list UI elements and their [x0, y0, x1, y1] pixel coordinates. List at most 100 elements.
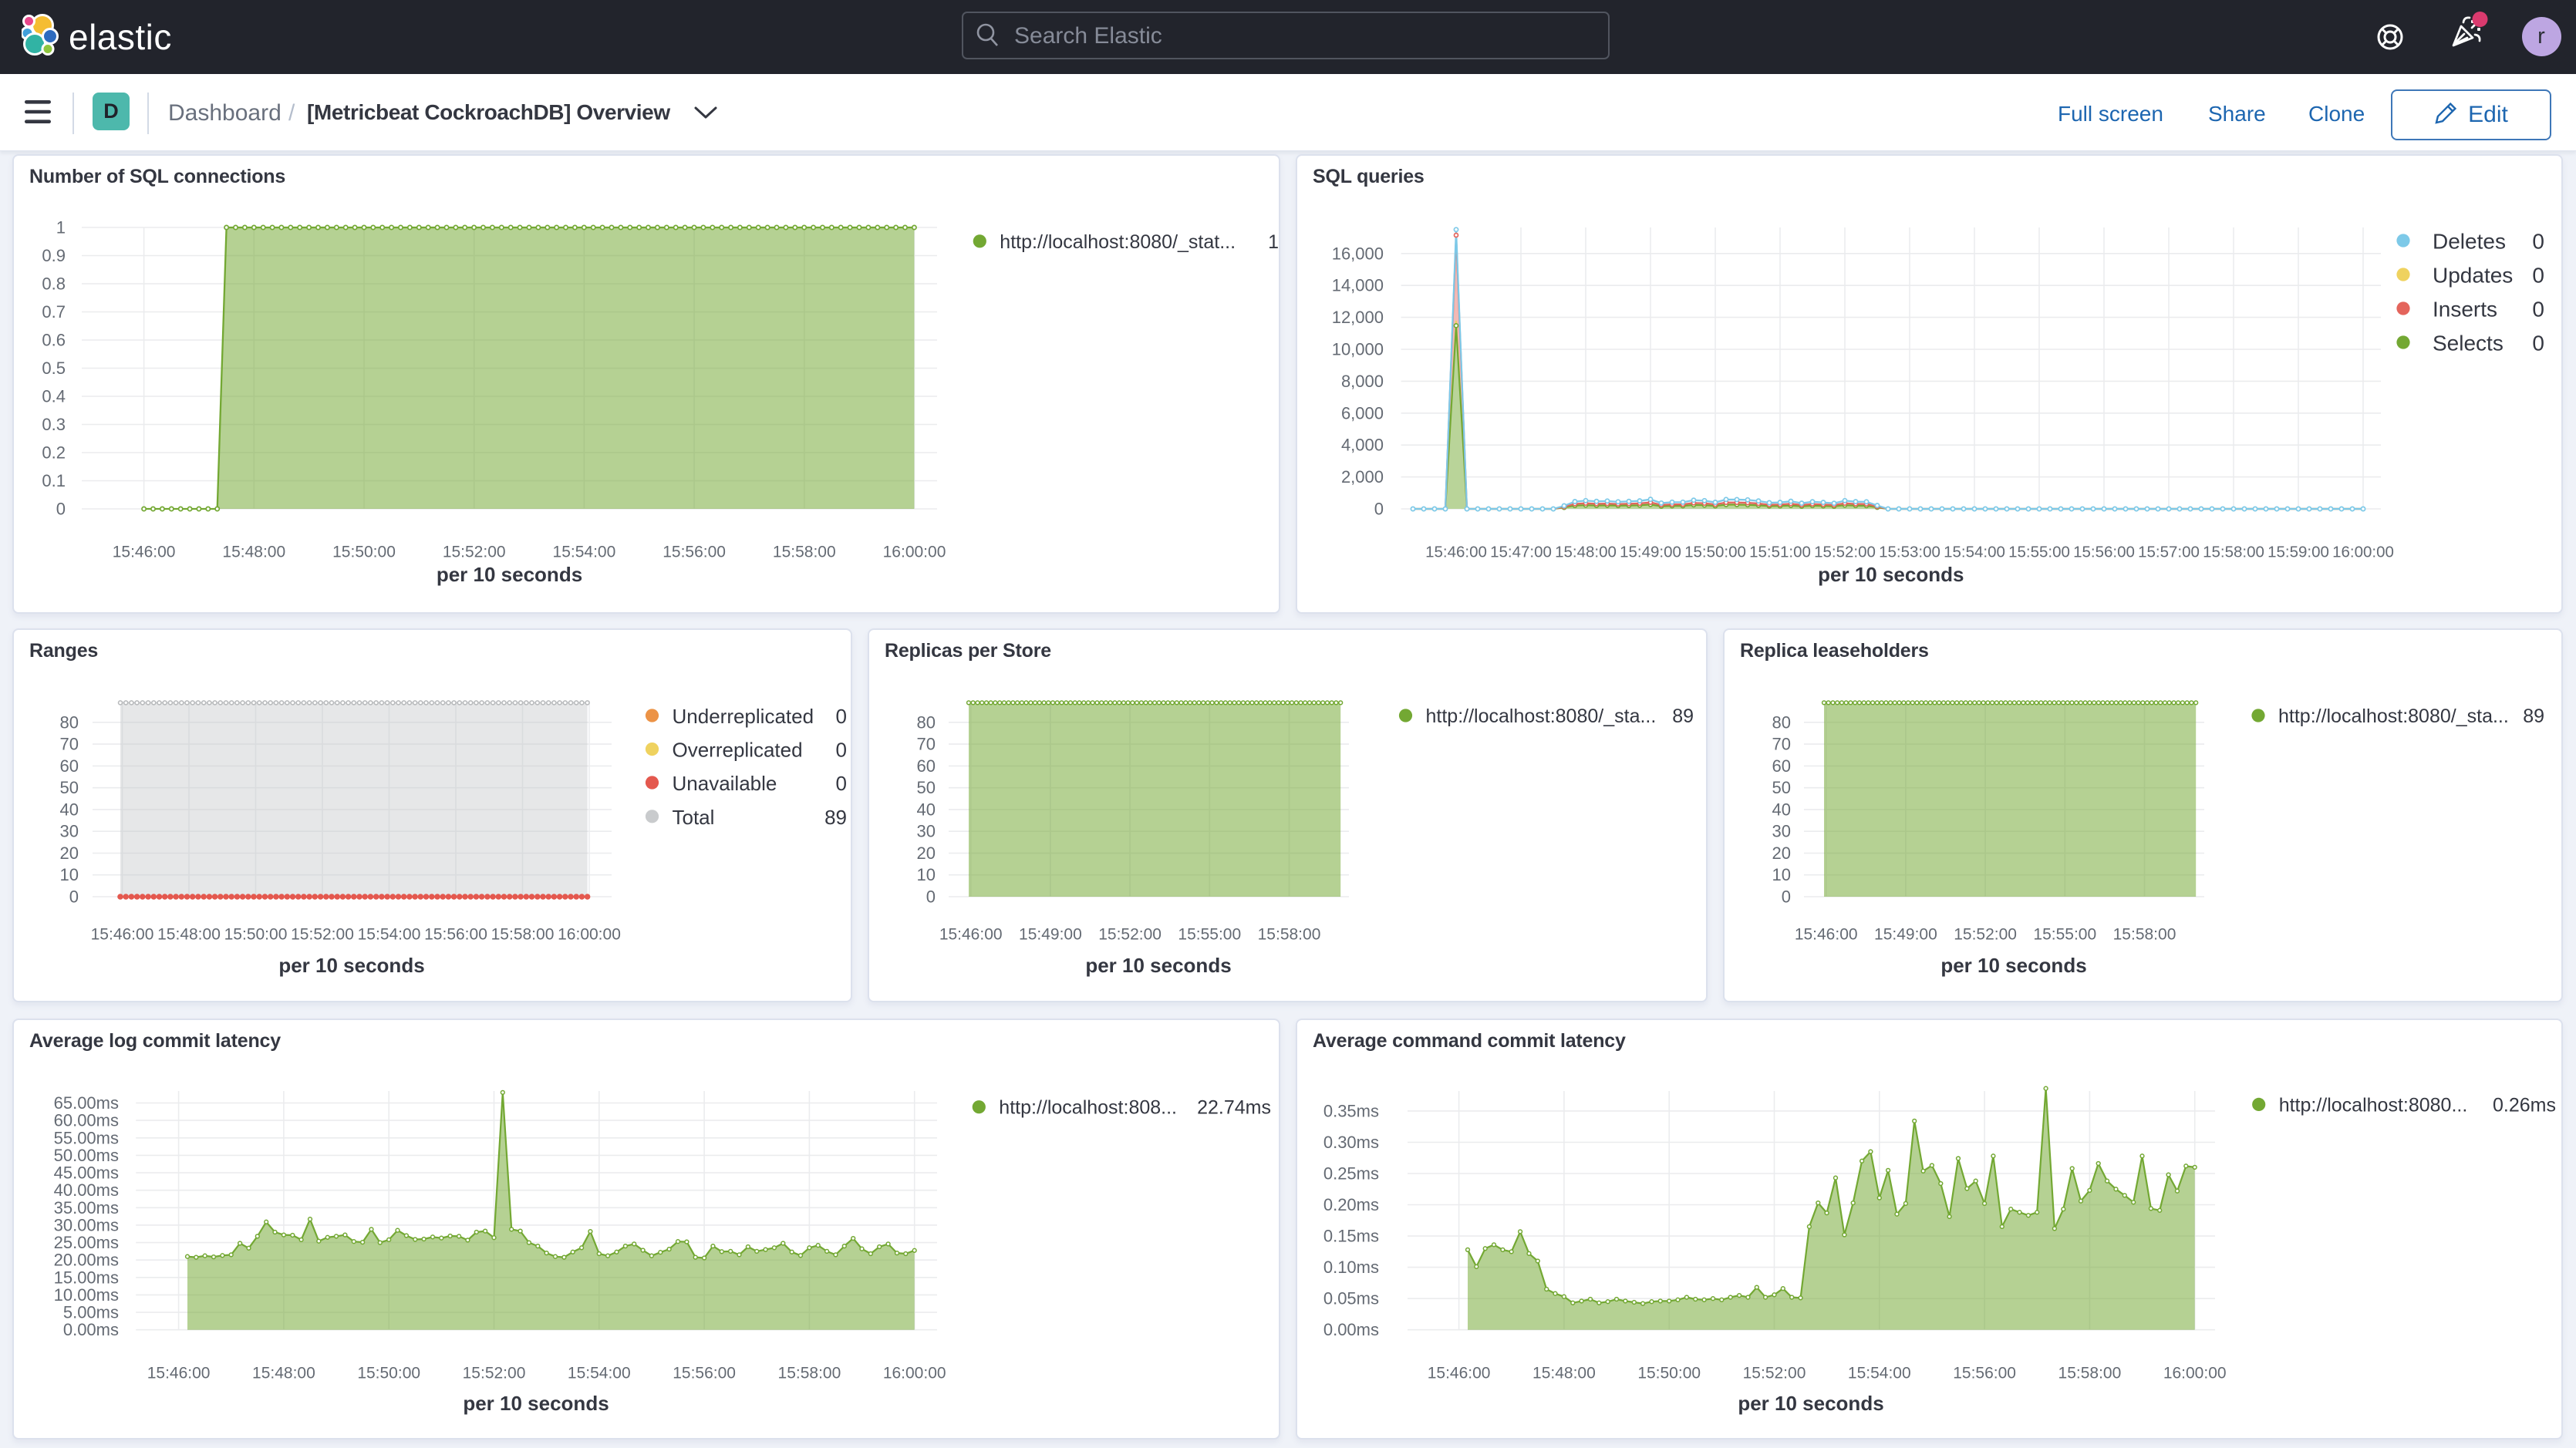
svg-text:70: 70	[917, 735, 936, 754]
svg-text:15:59:00: 15:59:00	[2267, 544, 2329, 561]
svg-text:20.00ms: 20.00ms	[54, 1251, 119, 1270]
svg-text:Overreplicated: Overreplicated	[673, 739, 803, 762]
svg-text:16:00:00: 16:00:00	[558, 926, 621, 944]
svg-text:0.00ms: 0.00ms	[63, 1320, 119, 1339]
svg-text:15:48:00: 15:48:00	[1555, 544, 1617, 561]
svg-text:10: 10	[1772, 865, 1791, 884]
svg-text:15:48:00: 15:48:00	[157, 926, 221, 944]
svg-text:20: 20	[917, 844, 936, 863]
svg-text:55.00ms: 55.00ms	[54, 1128, 119, 1147]
svg-text:45.00ms: 45.00ms	[54, 1163, 119, 1183]
svg-text:16:00:00: 16:00:00	[883, 1365, 946, 1382]
svg-text:15:47:00: 15:47:00	[1490, 544, 1552, 561]
svg-text:80: 80	[917, 712, 936, 732]
svg-text:0.3: 0.3	[42, 415, 66, 434]
svg-text:15:58:00: 15:58:00	[2203, 544, 2264, 561]
svg-text:15:54:00: 15:54:00	[1944, 544, 2005, 561]
svg-text:50.00ms: 50.00ms	[54, 1146, 119, 1165]
svg-text:Selects: Selects	[2433, 332, 2504, 355]
svg-text:http://localhost:808...: http://localhost:808...	[999, 1097, 1177, 1119]
svg-text:0.7: 0.7	[42, 302, 66, 322]
svg-text:0: 0	[836, 739, 847, 762]
svg-text:per 10 seconds: per 10 seconds	[463, 1392, 609, 1415]
svg-text:0: 0	[926, 887, 936, 907]
svg-text:0.20ms: 0.20ms	[1323, 1195, 1379, 1214]
svg-text:40: 40	[917, 800, 936, 819]
svg-text:15:58:00: 15:58:00	[491, 926, 555, 944]
svg-text:0: 0	[2532, 264, 2544, 288]
svg-text:0.26ms: 0.26ms	[2493, 1094, 2556, 1116]
svg-text:20: 20	[60, 844, 79, 863]
svg-text:15:58:00: 15:58:00	[2113, 926, 2176, 944]
svg-text:15:55:00: 15:55:00	[1178, 926, 1241, 944]
svg-text:40.00ms: 40.00ms	[54, 1180, 119, 1200]
svg-text:15:58:00: 15:58:00	[773, 544, 836, 561]
svg-text:0: 0	[2532, 230, 2544, 254]
svg-text:4,000: 4,000	[1341, 436, 1384, 455]
svg-text:15:50:00: 15:50:00	[1637, 1365, 1701, 1382]
svg-text:30: 30	[1772, 822, 1791, 841]
svg-text:http://localhost:8080/_sta...: http://localhost:8080/_sta...	[2278, 705, 2509, 727]
svg-text:15:46:00: 15:46:00	[91, 926, 154, 944]
svg-text:10.00ms: 10.00ms	[54, 1285, 119, 1305]
svg-text:0.25ms: 0.25ms	[1323, 1164, 1379, 1184]
svg-text:15:50:00: 15:50:00	[332, 544, 396, 561]
svg-text:15:50:00: 15:50:00	[357, 1365, 420, 1382]
svg-text:15:52:00: 15:52:00	[1098, 926, 1162, 944]
svg-text:http://localhost:8080...: http://localhost:8080...	[2279, 1094, 2468, 1116]
svg-text:6,000: 6,000	[1341, 403, 1384, 423]
svg-text:30: 30	[917, 822, 936, 841]
svg-text:15:48:00: 15:48:00	[252, 1365, 315, 1382]
svg-text:per 10 seconds: per 10 seconds	[278, 954, 424, 977]
svg-text:60: 60	[60, 756, 79, 776]
svg-text:15:52:00: 15:52:00	[1743, 1365, 1806, 1382]
svg-text:0: 0	[2532, 332, 2544, 355]
svg-text:15:50:00: 15:50:00	[224, 926, 288, 944]
svg-text:Inserts: Inserts	[2433, 298, 2497, 322]
svg-text:15:56:00: 15:56:00	[2073, 544, 2135, 561]
svg-text:15:49:00: 15:49:00	[1019, 926, 1082, 944]
svg-text:10: 10	[917, 865, 936, 884]
svg-text:15:54:00: 15:54:00	[553, 544, 616, 561]
svg-text:0: 0	[836, 772, 847, 795]
svg-text:89: 89	[2523, 705, 2544, 727]
svg-text:15:56:00: 15:56:00	[1953, 1365, 2016, 1382]
svg-text:15:48:00: 15:48:00	[1532, 1365, 1596, 1382]
svg-text:0: 0	[56, 500, 66, 519]
svg-text:50: 50	[1772, 778, 1791, 797]
svg-text:per 10 seconds: per 10 seconds	[1085, 954, 1231, 977]
svg-text:0.05ms: 0.05ms	[1323, 1289, 1379, 1308]
svg-text:5.00ms: 5.00ms	[63, 1303, 119, 1322]
svg-text:1: 1	[56, 218, 66, 237]
svg-text:per 10 seconds: per 10 seconds	[1738, 1392, 1883, 1415]
svg-text:15:58:00: 15:58:00	[778, 1365, 841, 1382]
svg-text:15:46:00: 15:46:00	[939, 926, 1003, 944]
svg-text:15:50:00: 15:50:00	[1684, 544, 1746, 561]
svg-text:15.00ms: 15.00ms	[54, 1268, 119, 1287]
svg-text:0.10ms: 0.10ms	[1323, 1258, 1379, 1277]
svg-text:15:54:00: 15:54:00	[1848, 1365, 1911, 1382]
svg-text:0.1: 0.1	[42, 471, 66, 490]
svg-text:14,000: 14,000	[1332, 276, 1384, 295]
svg-text:0.5: 0.5	[42, 359, 66, 378]
svg-text:30: 30	[60, 822, 79, 841]
svg-text:15:49:00: 15:49:00	[1620, 544, 1681, 561]
svg-text:2,000: 2,000	[1341, 467, 1384, 487]
svg-text:80: 80	[60, 712, 79, 732]
svg-text:70: 70	[60, 735, 79, 754]
svg-text:16,000: 16,000	[1332, 244, 1384, 263]
svg-text:50: 50	[60, 778, 79, 797]
svg-text:12,000: 12,000	[1332, 308, 1384, 327]
svg-text:60.00ms: 60.00ms	[54, 1111, 119, 1130]
svg-text:0.15ms: 0.15ms	[1323, 1227, 1379, 1246]
svg-text:Deletes: Deletes	[2433, 230, 2506, 254]
svg-text:15:56:00: 15:56:00	[673, 1365, 736, 1382]
svg-text:16:00:00: 16:00:00	[2332, 544, 2394, 561]
svg-text:per 10 seconds: per 10 seconds	[1940, 954, 2086, 977]
svg-text:0.4: 0.4	[42, 387, 66, 406]
svg-text:40: 40	[1772, 800, 1791, 819]
svg-text:Underreplicated: Underreplicated	[673, 705, 814, 728]
svg-text:0.35ms: 0.35ms	[1323, 1101, 1379, 1120]
svg-text:15:46:00: 15:46:00	[147, 1365, 211, 1382]
svg-text:15:52:00: 15:52:00	[463, 1365, 526, 1382]
